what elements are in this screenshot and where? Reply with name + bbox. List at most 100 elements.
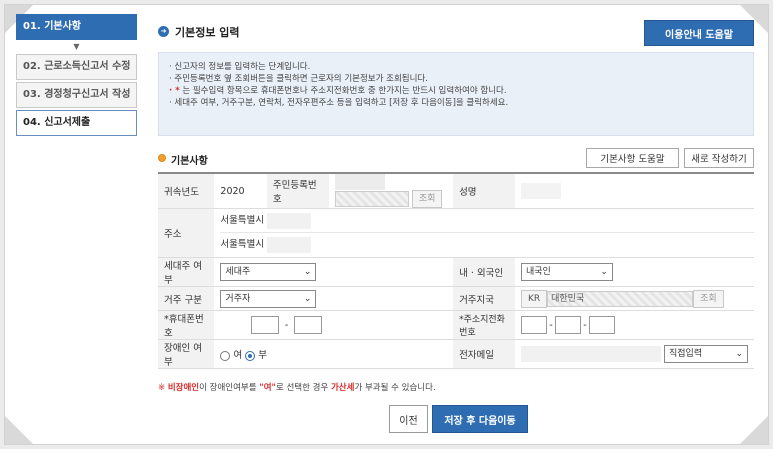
notice-line: · 세대주 여부, 거주구분, 연락처, 전자우편주소 등을 입력하고 [저장 … (169, 98, 509, 108)
step-submit-report[interactable]: 04. 신고서제출 (16, 110, 137, 136)
mobile-middle-field[interactable] (251, 316, 280, 334)
disabled-yes-radio[interactable] (220, 350, 231, 361)
ssn-back-field (334, 191, 409, 207)
year-value: 2020 (214, 173, 267, 209)
address-line: 서울특별시 (220, 209, 754, 233)
email-label: 전자메일 (453, 339, 515, 369)
page-title: 기본정보 입력 (175, 26, 240, 39)
householder-select[interactable]: 세대주 ⌄ (220, 263, 317, 281)
email-domain-select[interactable]: 직접입력 ⌄ (663, 345, 748, 363)
notice-line: · 신고자의 정보를 입력하는 단계입니다. (169, 62, 311, 72)
step-basic-info[interactable]: 01. 기본사항 (16, 14, 137, 40)
country-cell: KR 대한민국 조회 (514, 286, 754, 311)
home-phone-cell: -- (514, 310, 754, 340)
nationality-cell: 내국인 ⌄ (514, 257, 754, 287)
home-phone-area-field[interactable] (520, 316, 547, 334)
table-row: 주소 서울특별시 서울특별시 (158, 208, 754, 258)
chevron-down-icon: ⌄ (735, 349, 743, 359)
chevron-down-icon: ⌄ (303, 267, 312, 277)
new-write-button[interactable]: 새로 작성하기 (684, 148, 754, 168)
notice-line: · * 는 필수입력 항목으로 휴대폰번호나 주소지전화번호 중 한가지는 반드… (169, 85, 743, 97)
mobile-prefix-field[interactable] (220, 316, 249, 334)
section-header: 기본사항 기본사항 도움말 새로 작성하기 (158, 142, 754, 172)
step-navigation: 01. 기본사항 ▼ 02. 근로소득신고서 수정 03. 경정청구신고서 작성… (16, 14, 137, 138)
ssn-front-field[interactable] (334, 174, 385, 190)
address-line: 서울특별시 (220, 233, 754, 257)
chevron-down-icon: ▼ (73, 42, 80, 51)
previous-button[interactable]: 이전 (389, 405, 428, 433)
disabled-label: 장애인 여부 (158, 339, 215, 369)
address-cell: 서울특별시 서울특별시 (214, 208, 754, 258)
section-title: 기본사항 (171, 156, 208, 167)
mobile-last-field[interactable] (293, 316, 322, 334)
main-content: ➜ 기본정보 입력 이용안내 도움말 · 신고자의 정보를 입력하는 단계입니다… (158, 18, 754, 393)
residence-select[interactable]: 거주자 ⌄ (220, 289, 317, 308)
address-masked (267, 236, 312, 253)
mobile-label: *휴대폰번호 (158, 310, 215, 340)
address-line1: 서울특별시 (220, 215, 265, 226)
notice-line: · 주민등록번호 옆 조회버튼을 클릭하면 근로자의 기본정보가 조회됩니다. (169, 74, 428, 84)
name-label: 성명 (453, 173, 515, 209)
notice-line-text: 는 필수입력 항목으로 휴대폰번호나 주소지전화번호 중 한가지는 반드시 입력… (182, 86, 507, 96)
disabled-cell: 여 부 (214, 339, 454, 369)
arrow-right-circle-icon: ➜ (158, 26, 169, 37)
home-phone-last-field[interactable] (588, 316, 615, 334)
householder-value: 세대주 (225, 267, 251, 277)
warning-text: 가 부과될 수 있습니다. (354, 383, 436, 393)
householder-cell: 세대주 ⌄ (214, 257, 454, 287)
country-name-field: 대한민국 (547, 290, 694, 307)
step-income-report-edit[interactable]: 02. 근로소득신고서 수정 (16, 54, 137, 80)
warning-text: 이 장애인여부를 (199, 383, 260, 393)
disabled-no-radio[interactable] (245, 350, 256, 361)
disabled-no-label: 부 (258, 350, 268, 361)
name-value (514, 173, 754, 209)
ssn-label: 주민등록번호 (266, 173, 329, 209)
warning-text: "여" (259, 383, 276, 393)
nationality-label: 내 · 외국인 (453, 257, 515, 287)
country-label: 거주지국 (453, 286, 515, 311)
country-lookup-button[interactable]: 조회 (693, 289, 724, 308)
nationality-select[interactable]: 내국인 ⌄ (520, 263, 613, 281)
table-row: 거주 구분 거주자 ⌄ 거주지국 KR 대한민국 조회 (158, 286, 754, 311)
residence-value: 거주자 (225, 293, 251, 304)
country-code-field: KR (520, 289, 548, 308)
home-phone-middle-field[interactable] (554, 316, 581, 334)
year-label: 귀속년도 (158, 173, 215, 209)
notice-box: · 신고자의 정보를 입력하는 단계입니다. · 주민등록번호 옆 조회버튼을 … (158, 52, 754, 136)
warning-text: 비장애인 (167, 383, 200, 393)
address-line2: 서울특별시 (220, 239, 265, 250)
email-domain-value: 직접입력 (668, 349, 703, 359)
home-phone-label: *주소지전화번호 (453, 310, 515, 340)
email-cell: 직접입력 ⌄ (514, 339, 754, 369)
header: ➜ 기본정보 입력 이용안내 도움말 (158, 18, 754, 48)
residence-label: 거주 구분 (158, 286, 215, 311)
address-masked (267, 212, 312, 229)
warning-text: 가산세 (330, 383, 355, 393)
bullet-icon (158, 154, 166, 162)
footer-buttons: 이전 저장 후 다음이동 (0, 405, 773, 435)
section-help-button[interactable]: 기본사항 도움말 (586, 148, 679, 168)
chevron-down-icon: ⌄ (600, 267, 608, 277)
basic-info-form: 귀속년도 2020 주민등록번호 조회 성명 주소 서울특별시 서울특별시 세대… (158, 172, 754, 369)
ssn-lookup-button[interactable]: 조회 (411, 190, 443, 208)
warning-note: ※ 비장애인이 장애인여부를 "여"로 선택한 경우 가산세가 부과될 수 있습… (158, 381, 754, 393)
email-field[interactable] (520, 346, 661, 362)
table-row: 세대주 여부 세대주 ⌄ 내 · 외국인 내국인 ⌄ (158, 257, 754, 287)
save-and-next-button[interactable]: 저장 후 다음이동 (432, 405, 528, 433)
warning-mark: ※ (158, 383, 166, 393)
step-correction-claim[interactable]: 03. 경정청구신고서 작성 (16, 82, 137, 108)
residence-cell: 거주자 ⌄ (214, 286, 454, 311)
table-row: *휴대폰번호 - *주소지전화번호 -- (158, 310, 754, 340)
table-row: 장애인 여부 여 부 전자메일 직접입력 ⌄ (158, 339, 754, 369)
householder-label: 세대주 여부 (158, 257, 215, 287)
usage-help-button[interactable]: 이용안내 도움말 (644, 20, 754, 46)
chevron-down-icon: ⌄ (303, 293, 312, 304)
address-label: 주소 (158, 208, 215, 258)
nationality-value: 내국인 (525, 267, 551, 277)
warning-text: 로 선택한 경우 (275, 383, 331, 393)
disabled-yes-label: 여 (233, 350, 243, 361)
mobile-cell: - (214, 310, 454, 340)
required-mark: · * (169, 86, 180, 96)
ssn-cell: 조회 (328, 173, 454, 209)
name-masked (520, 183, 561, 199)
